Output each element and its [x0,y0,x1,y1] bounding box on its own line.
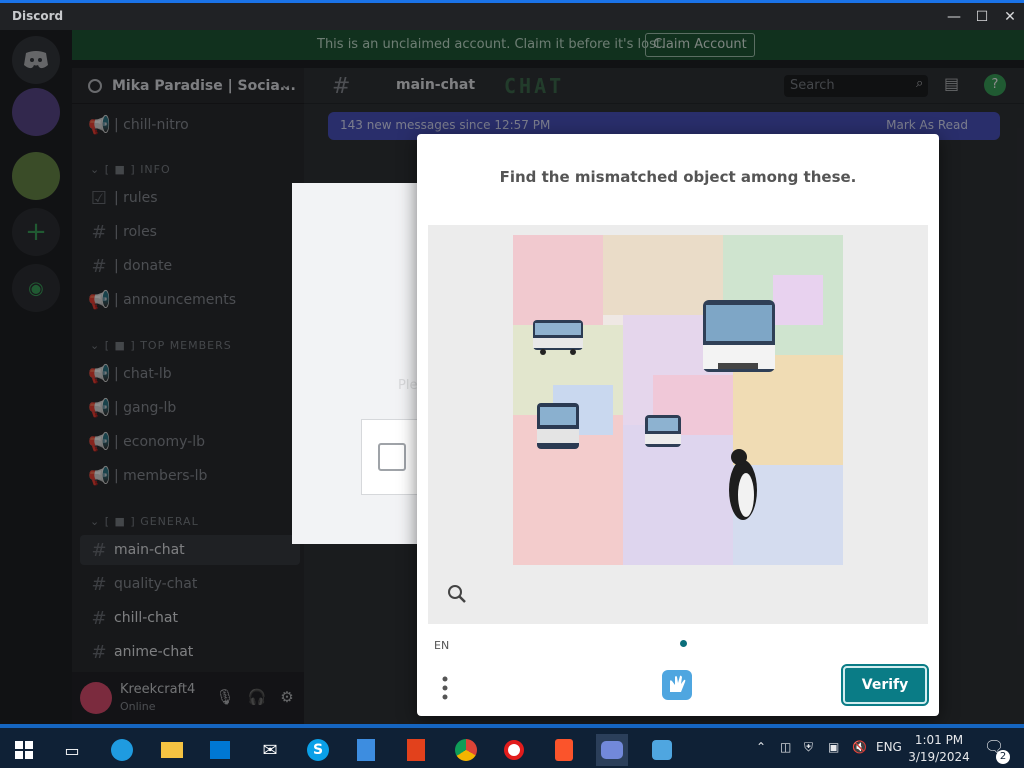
volume-muted-icon[interactable]: 🔇 [852,740,867,754]
brave-icon[interactable] [548,734,580,766]
minimize-button[interactable]: — [940,5,968,29]
file-explorer-icon[interactable] [156,734,188,766]
captcha-taskbar-icon[interactable] [646,734,678,766]
clock[interactable]: 1:01 PM 3/19/2024 [900,732,978,766]
dialog-text: Ple [398,378,418,393]
files-app-icon[interactable] [350,734,382,766]
time: 1:01 PM [914,733,964,747]
chrome-icon[interactable] [450,734,482,766]
zoom-icon[interactable] [446,583,468,605]
discord-taskbar-icon[interactable] [596,734,628,766]
captcha-checkbox-widget [361,419,418,495]
notification-count: 2 [996,750,1010,764]
challenge-image[interactable] [513,235,843,565]
store-icon[interactable] [204,734,236,766]
language-indicator[interactable]: ENG [876,740,902,754]
bus-2 [703,300,775,372]
captcha-prompt: Find the mismatched object among these. [499,168,857,186]
security-icon[interactable]: ⛨ [804,740,813,755]
meet-icon[interactable]: ◫ [780,740,791,754]
office-icon[interactable] [400,734,432,766]
page-indicator-dot [680,640,687,647]
verify-button[interactable]: Verify [841,664,929,706]
hcaptcha-logo-icon [662,670,692,700]
task-view-icon[interactable]: ▭ [56,734,88,766]
bus-4 [645,415,681,447]
captcha-checkbox[interactable] [378,443,406,471]
bus-3 [537,403,579,449]
mail-icon[interactable]: ✉ [254,734,286,766]
close-button[interactable]: ✕ [996,5,1024,29]
window-title: Discord [12,9,64,23]
bus-1 [533,320,583,355]
taskbar: ▭ ✉ S ⌃ ◫ ⛨ ▣ 🔇 ENG 1:01 PM 3/19/2024 🗨 … [0,724,1024,768]
more-options-icon[interactable] [437,674,453,702]
language-selector[interactable]: EN [434,639,449,652]
challenge-area [428,225,928,624]
record-icon[interactable] [498,734,530,766]
chevron-up-icon[interactable]: ⌃ [756,740,766,754]
date: 3/19/2024 [908,750,970,764]
screen: Discord — ☐ ✕ + ◉ This is an unclaimed a… [0,0,1024,768]
title-bar: Discord — ☐ ✕ [0,0,1024,30]
windows-start-icon[interactable] [8,734,40,766]
captcha-modal: Find the mismatched object among these. [417,134,939,716]
edge-icon[interactable] [106,734,138,766]
maximize-button[interactable]: ☐ [968,5,996,29]
skype-icon[interactable]: S [302,734,334,766]
network-icon[interactable]: ▣ [828,740,839,754]
